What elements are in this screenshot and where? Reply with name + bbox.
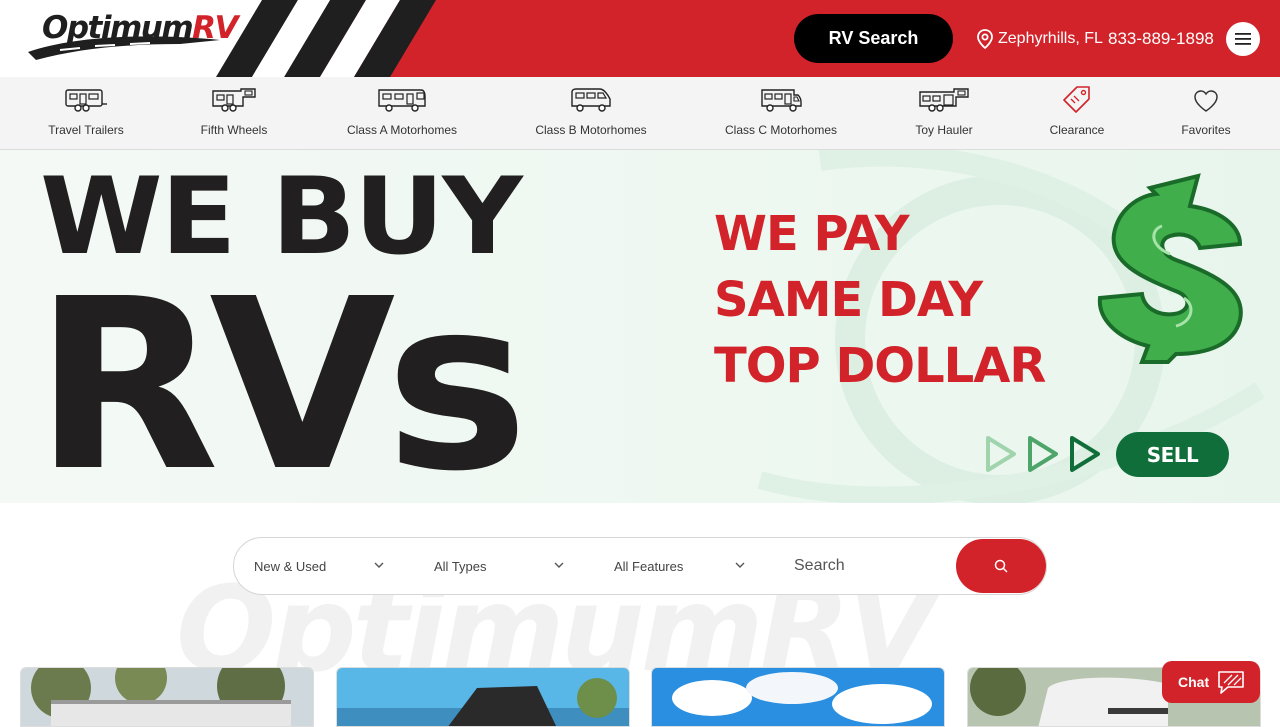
category-label: Travel Trailers <box>48 123 124 137</box>
fifth-wheel-icon <box>212 88 256 112</box>
search-input[interactable] <box>794 552 944 580</box>
card-image <box>21 668 313 726</box>
chat-button[interactable]: Chat <box>1162 661 1260 703</box>
search-button[interactable] <box>956 539 1046 593</box>
category-clearance[interactable]: Clearance <box>1037 77 1117 150</box>
optimum-rv-logo[interactable]: OptimumRV <box>20 4 239 64</box>
category-class-b[interactable]: Class B Motorhomes <box>531 77 651 150</box>
heart-icon <box>1194 90 1218 112</box>
location-link[interactable]: Zephyrhills, FL <box>976 28 1103 50</box>
chat-label: Chat <box>1178 674 1210 690</box>
travel-trailer-icon <box>65 89 107 112</box>
sell-arrows-icon <box>986 436 1100 472</box>
menu-button[interactable] <box>1226 22 1260 56</box>
rv-search-button[interactable]: RV Search <box>794 14 953 63</box>
category-travel-trailers[interactable]: Travel Trailers <box>36 77 136 150</box>
category-class-a[interactable]: Class A Motorhomes <box>342 77 462 150</box>
sell-button[interactable]: SELL <box>1116 432 1229 477</box>
hero-we-pay: WE PAY <box>714 206 910 262</box>
category-label: Toy Hauler <box>915 123 973 137</box>
features-value: All Features <box>614 558 684 574</box>
inventory-card[interactable] <box>651 667 945 727</box>
location-text: Zephyrhills, FL <box>998 30 1103 47</box>
hero-top-dollar: TOP DOLLAR <box>714 338 1046 394</box>
category-label: Clearance <box>1049 123 1105 137</box>
card-image <box>337 668 629 726</box>
site-header: OptimumRV RV Search Zephyrhills, FL 833-… <box>0 0 1280 77</box>
chevron-down-icon <box>554 562 564 568</box>
class-c-icon <box>761 89 802 112</box>
category-label: Fifth Wheels <box>200 123 268 137</box>
dollar-sign-icon <box>1097 173 1243 364</box>
category-class-c[interactable]: Class C Motorhomes <box>721 77 841 150</box>
chevron-down-icon <box>735 562 745 568</box>
class-a-icon <box>378 89 426 112</box>
category-nav: Travel Trailers Fifth Wheels Class A Mot… <box>0 77 1280 150</box>
type-select[interactable]: All Types <box>434 538 569 594</box>
condition-select[interactable]: New & Used <box>254 538 389 594</box>
type-value: All Types <box>434 558 487 574</box>
category-label: Class B Motorhomes <box>535 123 647 137</box>
inventory-card[interactable] <box>336 667 630 727</box>
inventory-card[interactable] <box>20 667 314 727</box>
card-image <box>652 668 944 726</box>
category-label: Favorites <box>1181 123 1231 137</box>
category-label: Class A Motorhomes <box>346 123 458 137</box>
chat-bubble-icon <box>1218 671 1244 694</box>
hero-line-rvs: RVs <box>34 248 529 504</box>
search-icon <box>994 559 1008 573</box>
chevron-down-icon <box>374 562 384 568</box>
category-toy-hauler[interactable]: Toy Hauler <box>894 77 994 150</box>
phone-link[interactable]: 833-889-1898 <box>1108 28 1214 50</box>
map-pin-icon <box>977 29 993 49</box>
features-select[interactable]: All Features <box>614 538 749 594</box>
inventory-search-bar: New & Used All Types All Features <box>233 537 1047 595</box>
we-buy-rvs-banner[interactable]: WE BUY RVs WE PAY SAME DAY TOP DOLLAR SE… <box>0 150 1280 503</box>
hamburger-icon <box>1235 33 1251 45</box>
condition-value: New & Used <box>254 558 327 574</box>
logo-text: OptimumRV <box>42 10 239 46</box>
toy-hauler-icon <box>919 88 969 112</box>
hero-same-day: SAME DAY <box>714 272 983 328</box>
category-label: Class C Motorhomes <box>724 123 838 137</box>
price-tag-icon <box>1063 86 1090 113</box>
category-fifth-wheels[interactable]: Fifth Wheels <box>184 77 284 150</box>
class-b-icon <box>571 88 611 112</box>
category-favorites[interactable]: Favorites <box>1166 77 1246 150</box>
